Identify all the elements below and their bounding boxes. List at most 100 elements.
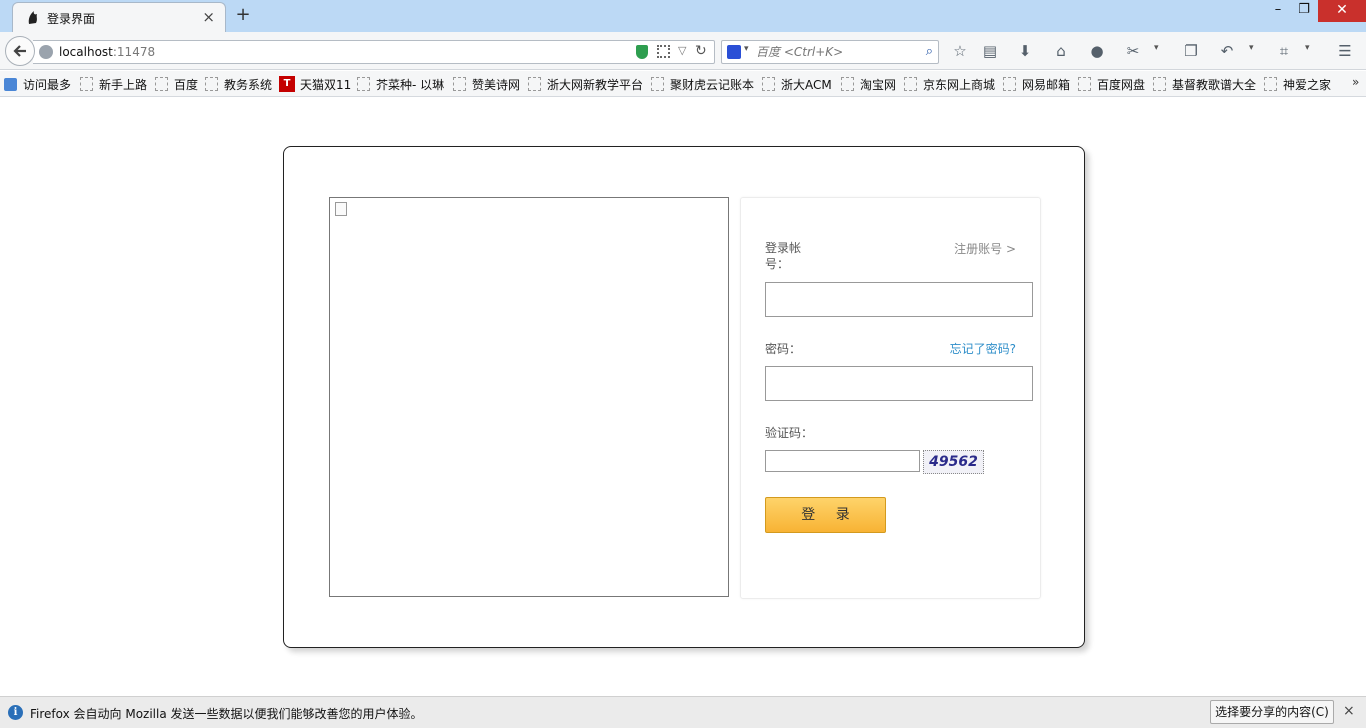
url-history-dropdown-icon[interactable]: ▽ [678,44,686,57]
broken-image-icon [335,202,347,216]
bookmark-item[interactable]: T 天猫双11 [279,76,351,92]
search-input[interactable] [756,44,916,60]
bookmark-icon [80,77,93,91]
url-host: localhost [59,45,113,59]
account-input[interactable] [765,282,1033,317]
bookmark-icon [1003,77,1016,91]
minimize-button[interactable]: – [1264,0,1292,22]
bookmark-item[interactable]: 芥菜种- 以琳 [357,76,444,92]
bookmark-icon [1153,77,1166,91]
bookmark-item[interactable]: 百度 [155,76,198,92]
engine-dropdown-icon[interactable]: ▾ [744,44,749,54]
bookmark-item[interactable]: 淘宝网 [841,76,896,92]
bookmark-icon [841,77,854,91]
bookmark-label: 访问最多 [23,77,72,92]
bookmark-label: 浙大网新教学平台 [547,77,644,92]
bookmark-item[interactable]: 神爱之家 [1264,76,1331,92]
bookmark-icon [904,77,917,91]
bookmark-most-visited[interactable]: 访问最多 [4,76,71,92]
page-favicon-icon [28,11,37,24]
bookmark-icon [155,77,168,91]
new-tab-button[interactable]: + [232,4,254,26]
bookmarks-overflow-icon[interactable]: » [1352,75,1359,89]
bookmark-label: 百度 [174,77,199,92]
bookmark-item[interactable]: 京东网上商城 [904,76,995,92]
bookmark-label: 天猫双11 [300,77,352,92]
bookmark-label: 教务系统 [224,77,273,92]
login-form: 登录帐号： 注册账号 > 密码： 忘记了密码? 验证码： 49562 登 录 [740,197,1041,599]
bookmark-item[interactable]: 赞美诗网 [453,76,520,92]
captcha-input[interactable] [765,450,920,472]
register-link[interactable]: 注册账号 > [954,240,1016,257]
url-text[interactable]: localhost:11478 [59,45,155,59]
most-visited-icon [4,77,17,91]
crop-icon[interactable]: ⌗ [1273,41,1295,61]
bookmark-icon [1264,77,1277,91]
reload-icon[interactable]: ↻ [695,43,707,59]
login-banner-image [329,197,729,597]
home-icon[interactable]: ⌂ [1050,41,1072,61]
bookmark-label: 浙大ACM [781,77,832,92]
info-icon: i [8,705,23,720]
screenshot-icon[interactable]: ✂ [1122,41,1144,61]
password-input[interactable] [765,366,1033,401]
tab-close-icon[interactable]: × [202,8,215,26]
menu-icon[interactable]: ☰ [1334,41,1356,61]
bookmark-label: 百度网盘 [1097,77,1146,92]
url-port: :11478 [112,45,156,59]
bookmark-label: 基督教歌谱大全 [1172,77,1257,92]
forgot-password-link[interactable]: 忘记了密码? [950,340,1016,357]
search-bar[interactable]: ▾ ⌕ [721,40,939,64]
bookmark-item[interactable]: 浙大网新教学平台 [528,76,643,92]
reading-list-icon[interactable]: ▤ [979,41,1001,61]
captcha-label: 验证码： [765,426,814,440]
url-bar[interactable]: localhost:11478 ▽ ↻ [33,40,715,64]
bookmark-label: 新手上路 [99,77,148,92]
bookmark-item[interactable]: 浙大ACM [762,76,832,92]
bookmark-icon [205,77,218,91]
captcha-image[interactable]: 49562 [923,450,984,474]
window-icon[interactable]: ❐ [1180,41,1202,61]
restore-button[interactable]: ❐ [1290,0,1318,22]
baidu-engine-icon[interactable] [727,45,741,59]
bookmark-item[interactable]: 聚财虎云记账本 [651,76,754,92]
bookmark-icon [651,77,664,91]
login-button[interactable]: 登 录 [765,497,886,533]
undo-close-icon[interactable]: ↶ [1216,41,1238,61]
close-window-button[interactable]: ✕ [1318,0,1366,22]
bookmark-label: 芥菜种- 以琳 [376,77,445,92]
tab-title: 登录界面 [47,12,96,26]
browser-tab[interactable]: 登录界面 × [12,2,226,32]
undo-dropdown-icon[interactable]: ▾ [1249,43,1259,53]
notification-close-icon[interactable]: × [1343,703,1355,719]
bookmark-label: 赞美诗网 [472,77,521,92]
choose-share-button[interactable]: 选择要分享的内容(C) [1210,700,1334,724]
bookmark-item[interactable]: 网易邮箱 [1003,76,1070,92]
download-icon[interactable]: ⬇ [1014,41,1036,61]
notification-bar: i Firefox 会自动向 Mozilla 发送一些数据以便我们能够改善您的用… [0,696,1366,728]
password-label: 密码： [765,342,802,356]
bookmark-star-icon[interactable]: ☆ [949,41,971,61]
notification-text: Firefox 会自动向 Mozilla 发送一些数据以便我们能够改善您的用户体… [30,707,423,721]
crop-dropdown-icon[interactable]: ▾ [1305,43,1315,53]
shield-icon[interactable] [636,45,648,59]
bookmark-icon [453,77,466,91]
bookmark-label: 网易邮箱 [1022,77,1071,92]
bookmark-item[interactable]: 教务系统 [205,76,272,92]
search-icon[interactable]: ⌕ [926,44,933,59]
back-button[interactable] [5,36,35,66]
bookmark-icon [528,77,541,91]
chat-icon[interactable]: ● [1086,41,1108,61]
site-identity-icon[interactable] [39,45,53,59]
tmall-icon: T [279,76,295,92]
bookmark-label: 聚财虎云记账本 [670,77,755,92]
bookmark-item[interactable]: 新手上路 [80,76,147,92]
bookmarks-toolbar: 访问最多 新手上路 百度 教务系统 T 天猫双11 芥菜种- 以琳 赞美诗网 浙大… [0,71,1366,97]
screenshot-dropdown-icon[interactable]: ▾ [1154,43,1164,53]
bookmark-item[interactable]: 基督教歌谱大全 [1153,76,1256,92]
qr-code-icon[interactable] [657,45,670,58]
bookmark-item[interactable]: 百度网盘 [1078,76,1145,92]
account-label: 登录帐号： [765,241,802,271]
navigation-toolbar: localhost:11478 ▽ ↻ ▾ ⌕ ☆ ▤ ⬇ ⌂ ● ✂ ▾ ❐ … [0,32,1366,70]
tab-strip: 登录界面 × + – ❐ ✕ [0,0,1366,32]
